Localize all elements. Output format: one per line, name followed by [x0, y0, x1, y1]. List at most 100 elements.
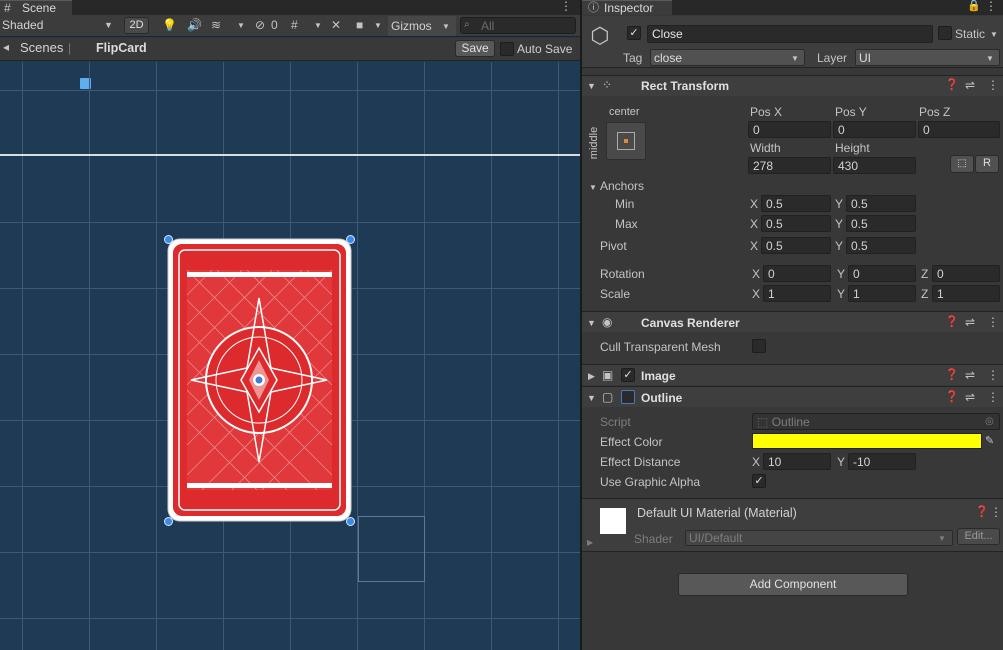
object-name-field[interactable]: Close	[647, 25, 933, 43]
object-picker-icon[interactable]: ◎	[985, 415, 994, 429]
pos-x-field[interactable]: 0	[748, 121, 831, 138]
chevron-down-icon[interactable]: ▼	[990, 28, 998, 42]
inspector-more-icon[interactable]: ⋮	[985, 0, 997, 13]
anchor-presets-button[interactable]	[606, 122, 646, 160]
foldout-expanded-icon[interactable]: ▼	[587, 316, 596, 330]
lock-icon[interactable]: 🔒	[967, 0, 981, 13]
help-icon[interactable]: ❓	[945, 78, 959, 92]
script-field[interactable]: ⬚ Outline	[752, 413, 1000, 430]
add-component-button[interactable]: Add Component	[678, 573, 908, 596]
rotation-z-field[interactable]: 0	[932, 265, 1000, 282]
scale-y-field[interactable]: 1	[848, 285, 916, 302]
breadcrumb-prefab[interactable]: FlipCard	[96, 41, 147, 55]
image-enabled-checkbox[interactable]: ✓	[621, 368, 635, 382]
rotation-y-field[interactable]: 0	[848, 265, 916, 282]
component-menu-icon[interactable]: ⋮	[987, 315, 999, 329]
mode-2d-button[interactable]: 2D	[124, 17, 149, 34]
tag-dropdown[interactable]: close ▼	[650, 49, 805, 66]
effect-color-swatch[interactable]	[752, 433, 982, 449]
effect-distance-x-field[interactable]: 10	[763, 453, 831, 470]
tools-icon[interactable]: ✕	[331, 18, 341, 32]
image-component-icon: ▣	[602, 368, 614, 382]
anchor-v-label: middle	[588, 126, 601, 160]
card-back-image[interactable]	[167, 238, 352, 522]
save-button[interactable]: Save	[455, 40, 495, 57]
rect-handle-bottom-left[interactable]	[164, 517, 173, 526]
axis-y-label: Y	[835, 197, 844, 211]
script-label: Script	[600, 415, 631, 429]
pivot-x-field[interactable]: 0.5	[761, 237, 831, 254]
foldout-expanded-icon[interactable]: ▼	[587, 391, 596, 405]
layer-dropdown[interactable]: UI ▼	[855, 49, 1000, 66]
height-field[interactable]: 430	[833, 157, 916, 174]
lightbulb-icon[interactable]: 💡	[162, 18, 177, 32]
presets-icon[interactable]: ⇌	[965, 368, 975, 382]
chevron-down-icon[interactable]: ▼	[374, 19, 382, 33]
raw-edit-button[interactable]: R	[975, 155, 999, 173]
shading-dropdown[interactable]: Shaded ▼	[0, 16, 120, 36]
pos-y-field[interactable]: 0	[833, 121, 916, 138]
help-icon[interactable]: ❓	[945, 315, 959, 329]
shader-edit-button[interactable]: Edit...	[957, 528, 1000, 545]
auto-save-checkbox[interactable]	[500, 42, 514, 56]
back-arrow-icon[interactable]: ◂	[3, 40, 9, 54]
anchors-max-x-field[interactable]: 0.5	[761, 215, 831, 232]
effect-distance-y-field[interactable]: -10	[848, 453, 916, 470]
pivot-y-field[interactable]: 0.5	[846, 237, 916, 254]
use-graphic-alpha-label: Use Graphic Alpha	[600, 475, 701, 489]
rect-handle-top-left[interactable]	[164, 235, 173, 244]
anchors-max-y-field[interactable]: 0.5	[846, 215, 916, 232]
grid-icon[interactable]: #	[291, 18, 298, 32]
breadcrumb-scenes[interactable]: Scenes	[20, 41, 63, 55]
rect-transform-title: Rect Transform	[641, 79, 730, 93]
inspector-tab[interactable]: ⓘ Inspector	[582, 0, 672, 15]
anchors-min-x-field[interactable]: 0.5	[761, 195, 831, 212]
pos-z-field[interactable]: 0	[918, 121, 1000, 138]
outline-enabled-checkbox[interactable]	[621, 390, 635, 404]
foldout-collapsed-icon[interactable]: ▶	[587, 536, 593, 550]
axis-x-label: X	[752, 287, 761, 301]
help-icon[interactable]: ❓	[945, 368, 959, 382]
active-checkbox[interactable]: ✓	[627, 26, 641, 40]
hidden-objects-icon[interactable]: ⊘	[255, 18, 265, 32]
scene-search-input[interactable]: ⌕ All	[460, 17, 576, 34]
material-title: Default UI Material (Material)	[637, 506, 797, 520]
presets-icon[interactable]: ⇌	[965, 78, 975, 92]
axis-z-label: Z	[921, 287, 929, 301]
foldout-expanded-icon[interactable]: ▼	[589, 181, 597, 195]
gizmos-dropdown[interactable]: Gizmos ▼	[388, 16, 456, 36]
chevron-down-icon[interactable]: ▼	[237, 19, 245, 33]
shader-dropdown[interactable]: UI/Default ▼	[685, 530, 953, 546]
eyedropper-icon[interactable]: ✎	[985, 434, 994, 448]
foldout-collapsed-icon[interactable]: ▶	[588, 369, 595, 383]
width-field[interactable]: 278	[748, 157, 831, 174]
help-icon[interactable]: ❓	[945, 390, 959, 404]
chevron-down-icon[interactable]: ▼	[314, 19, 322, 33]
cull-transparent-mesh-checkbox[interactable]	[752, 339, 766, 353]
component-menu-icon[interactable]: ⋮	[987, 390, 999, 404]
scene-more-icon[interactable]: ⋮	[560, 0, 572, 13]
anchors-min-y-field[interactable]: 0.5	[846, 195, 916, 212]
rotation-x-field[interactable]: 0	[763, 265, 831, 282]
scale-x-field[interactable]: 1	[763, 285, 831, 302]
gameobject-cube-icon[interactable]: ⬡	[588, 24, 612, 48]
audio-icon[interactable]: 🔊	[187, 18, 202, 32]
component-menu-icon[interactable]: ⋮	[987, 368, 999, 382]
presets-icon[interactable]: ⇌	[965, 315, 975, 329]
scene-tab[interactable]: # Scene	[0, 0, 72, 15]
static-checkbox[interactable]	[938, 26, 952, 40]
pos-x-label: Pos X	[750, 105, 783, 119]
rect-handle-bottom-right[interactable]	[346, 517, 355, 526]
component-menu-icon[interactable]: ⋮	[987, 78, 999, 92]
foldout-expanded-icon[interactable]: ▼	[587, 79, 596, 93]
component-menu-icon[interactable]: ⋮	[990, 505, 1002, 519]
rect-handle-top-right[interactable]	[346, 235, 355, 244]
help-icon[interactable]: ❓	[975, 505, 989, 519]
use-graphic-alpha-checkbox[interactable]: ✓	[752, 474, 766, 488]
effects-icon[interactable]: ≋	[211, 18, 221, 32]
anchor-preset-center	[624, 139, 628, 143]
presets-icon[interactable]: ⇌	[965, 390, 975, 404]
camera-icon[interactable]: ■	[356, 18, 363, 32]
scale-z-field[interactable]: 1	[932, 285, 1000, 302]
blueprint-mode-button[interactable]: ⬚	[950, 155, 974, 173]
